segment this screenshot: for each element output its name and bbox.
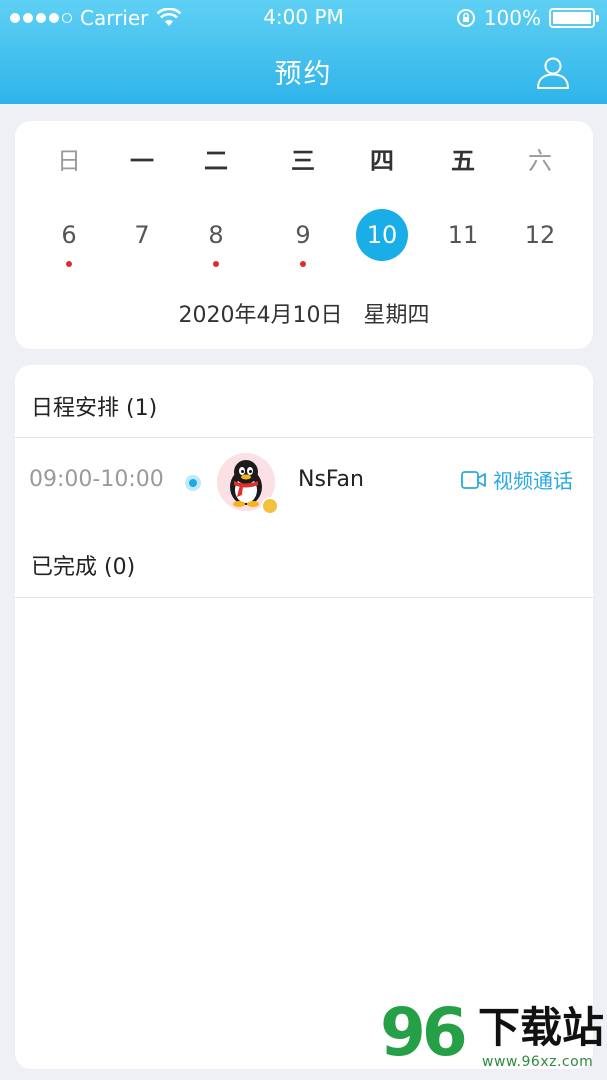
video-call-button[interactable]: 视频通话 bbox=[461, 465, 573, 494]
day-number: 12 bbox=[524, 221, 556, 249]
weekday-label: 日 bbox=[57, 147, 81, 175]
schedule-card: 日程安排 (1) 09:00-10:00 NsFan 视频通话 已完成 (0) bbox=[15, 365, 593, 1069]
calendar-card: 日 一 二 三 四 五 六 6 7 8 9 10 11 12 2020年4月10… bbox=[15, 121, 593, 349]
selected-date-label: 2020年4月10日 星期四 bbox=[178, 303, 430, 328]
calendar-day[interactable]: 7 bbox=[114, 215, 170, 261]
weekday-label: 五 bbox=[451, 147, 475, 175]
calendar-day[interactable]: 9 bbox=[275, 215, 331, 267]
day-number: 10 bbox=[356, 209, 408, 261]
calendar-day[interactable]: 6 bbox=[41, 215, 97, 267]
day-number: 7 bbox=[134, 221, 150, 249]
event-dot bbox=[213, 261, 219, 267]
weekday-label: 六 bbox=[528, 147, 552, 175]
rotation-lock-icon bbox=[456, 9, 475, 27]
status-dot bbox=[185, 475, 201, 491]
calendar-day[interactable]: 8 bbox=[188, 215, 244, 267]
calendar-day[interactable]: 12 bbox=[512, 215, 568, 261]
day-number: 6 bbox=[61, 221, 77, 249]
appointment-name: NsFan bbox=[298, 467, 364, 492]
site-watermark: 96 下载站 www.96xz.com bbox=[380, 998, 605, 1078]
video-camera-icon bbox=[461, 470, 486, 489]
verified-badge-icon bbox=[261, 497, 279, 515]
user-icon[interactable] bbox=[535, 54, 571, 90]
divider bbox=[15, 597, 593, 598]
page-title: 预约 bbox=[274, 59, 333, 90]
avatar[interactable] bbox=[217, 453, 279, 515]
appointment-time: 09:00-10:00 bbox=[29, 467, 164, 492]
day-number: 8 bbox=[208, 221, 224, 249]
calendar-day[interactable]: 11 bbox=[435, 215, 491, 261]
calendar-day-selected[interactable]: 10 bbox=[354, 209, 410, 261]
schedule-section-title: 日程安排 (1) bbox=[31, 396, 158, 421]
day-row: 6 7 8 9 10 11 12 bbox=[15, 209, 593, 267]
header-bar: Carrier 4:00 PM 100% 预约 bbox=[0, 0, 607, 104]
status-bar: Carrier 4:00 PM 100% bbox=[0, 0, 607, 36]
event-dot bbox=[300, 261, 306, 267]
divider bbox=[15, 437, 593, 438]
battery-icon bbox=[549, 8, 599, 28]
status-right: 100% bbox=[456, 6, 599, 30]
day-number: 9 bbox=[295, 221, 311, 249]
watermark-url: www.96xz.com bbox=[482, 1054, 594, 1070]
battery-percent: 100% bbox=[483, 6, 541, 30]
weekday-label: 一 bbox=[130, 147, 154, 175]
watermark-number: 96 bbox=[380, 994, 468, 1071]
weekday-label: 四 bbox=[370, 147, 394, 175]
video-call-label: 视频通话 bbox=[493, 469, 573, 493]
weekday-label: 三 bbox=[291, 147, 315, 175]
weekday-row: 日 一 二 三 四 五 六 bbox=[15, 141, 593, 181]
event-dot bbox=[66, 261, 72, 267]
appointment-row[interactable]: 09:00-10:00 NsFan 视频通话 bbox=[15, 447, 593, 519]
watermark-text: 下载站 bbox=[478, 1003, 605, 1052]
completed-section-title: 已完成 (0) bbox=[31, 555, 136, 580]
weekday-label: 二 bbox=[204, 147, 228, 175]
day-number: 11 bbox=[447, 221, 479, 249]
